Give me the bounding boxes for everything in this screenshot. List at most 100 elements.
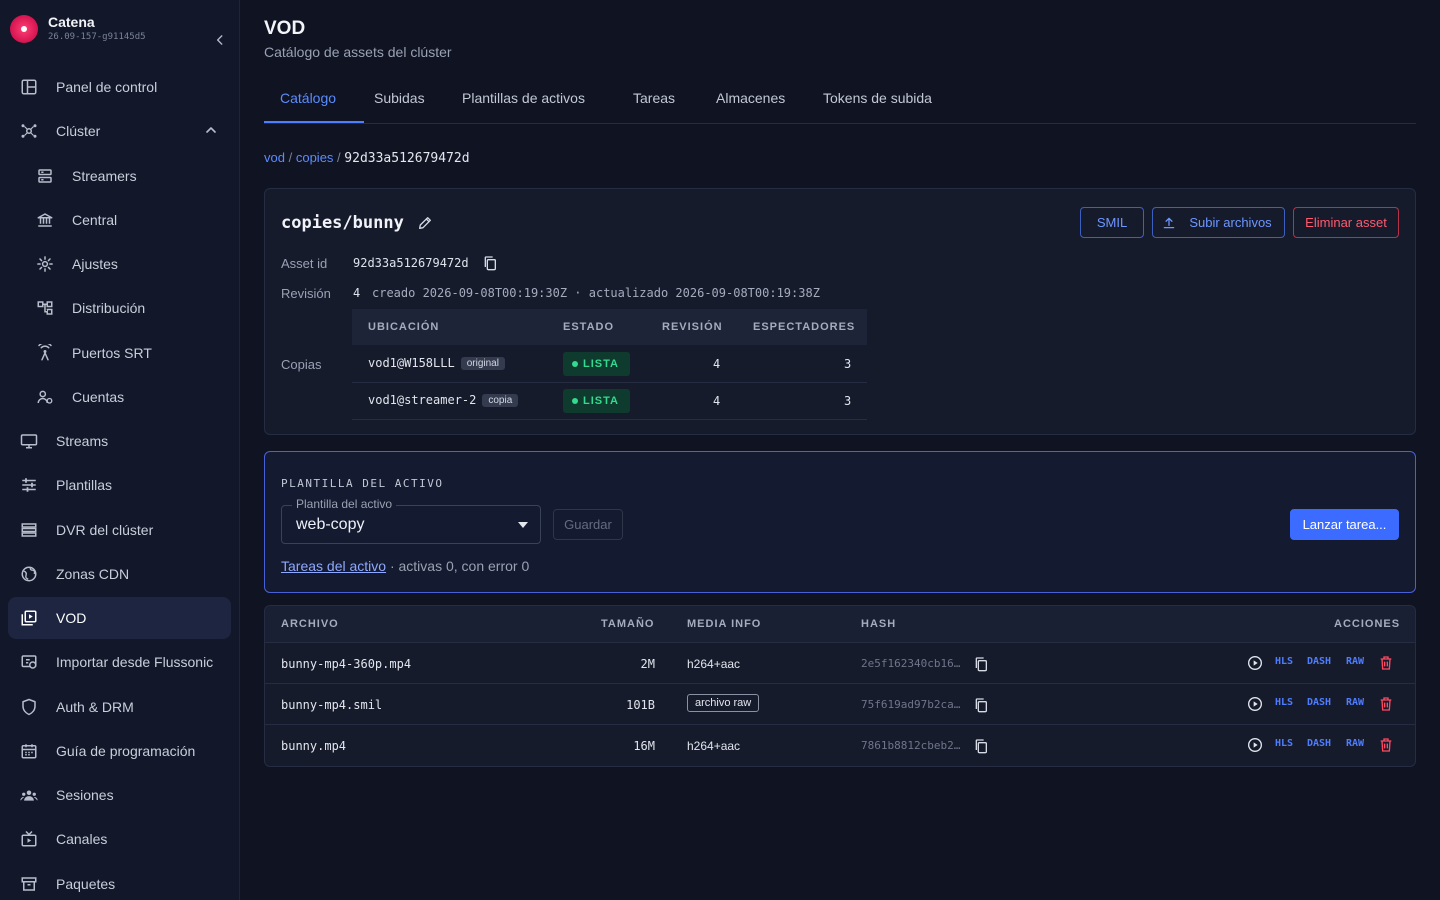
tab-catalogo[interactable]: Catálogo — [280, 90, 336, 106]
column-header: UBICACIÓN — [368, 321, 440, 333]
sidebar-item-label: VOD — [56, 610, 87, 626]
sidebar-item-vod[interactable]: VOD — [8, 597, 231, 639]
sidebar-item-guia-de-programacion[interactable]: Guía de programación — [8, 730, 231, 772]
brand-name: Catena — [48, 14, 95, 30]
tab-bar: Catálogo Subidas Plantillas de activos T… — [264, 76, 1416, 124]
collapse-sidebar-button[interactable] — [208, 28, 232, 52]
copy-icon[interactable] — [973, 737, 989, 755]
save-button[interactable]: Guardar — [553, 509, 623, 540]
column-header: ESPECTADORES — [753, 321, 856, 333]
cluster-icon — [20, 122, 38, 140]
template-section-title: PLANTILLA DEL ACTIVO — [281, 477, 444, 490]
file-name: bunny.mp4 — [281, 739, 347, 753]
bank-icon — [36, 211, 54, 229]
breadcrumb-separator: / — [288, 150, 293, 165]
sidebar-item-plantillas[interactable]: Plantillas — [8, 464, 231, 506]
copy-icon[interactable] — [973, 655, 989, 673]
globe-icon — [20, 565, 38, 583]
hls-link[interactable]: HLS — [1275, 697, 1293, 708]
raw-link[interactable]: RAW — [1346, 697, 1364, 708]
trash-icon[interactable] — [1378, 737, 1394, 753]
raw-file-badge: archivo raw — [687, 694, 760, 712]
copy-location: vod1@streamer-2 copia — [368, 393, 519, 407]
sidebar-item-auth-drm[interactable]: Auth & DRM — [8, 686, 231, 728]
sidebar-item-distribucion[interactable]: Distribución — [8, 287, 231, 329]
sidebar-item-label: Puertos SRT — [72, 345, 152, 361]
sidebar-item-streams[interactable]: Streams — [8, 420, 231, 462]
dash-link[interactable]: DASH — [1307, 656, 1331, 667]
sidebar-item-zonas-cdn[interactable]: Zonas CDN — [8, 553, 231, 595]
tab-tareas[interactable]: Tareas — [633, 90, 675, 106]
asset-id-value: 92d33a512679472d — [353, 256, 469, 270]
file-hash: 75f619ad97b2ca… — [861, 698, 961, 711]
raw-link[interactable]: RAW — [1346, 738, 1364, 749]
template-select[interactable]: Plantilla del activo web-copy — [281, 497, 541, 544]
sidebar-item-ajustes[interactable]: Ajustes — [8, 243, 231, 285]
hls-link[interactable]: HLS — [1275, 738, 1293, 749]
breadcrumb-vod[interactable]: vod — [264, 150, 285, 165]
raw-link[interactable]: RAW — [1346, 656, 1364, 667]
upload-files-button[interactable]: Subir archivos — [1152, 207, 1285, 238]
column-header: ESTADO — [563, 321, 615, 333]
sidebar-item-central[interactable]: Central — [8, 199, 231, 241]
breadcrumb-copies[interactable]: copies — [296, 150, 334, 165]
tasks-count-info: · activas 0, con error 0 — [386, 558, 530, 574]
pencil-icon[interactable] — [417, 215, 433, 231]
sidebar-item-canales[interactable]: Canales — [8, 818, 231, 860]
dash-link[interactable]: DASH — [1307, 697, 1331, 708]
sidebar-item-puertos-srt[interactable]: Puertos SRT — [8, 332, 231, 374]
dash-link[interactable]: DASH — [1307, 738, 1331, 749]
page-title: VOD — [264, 18, 306, 39]
sidebar-item-label: Ajustes — [72, 256, 118, 272]
tab-plantillas-de-activos[interactable]: Plantillas de activos — [462, 90, 585, 106]
trash-icon[interactable] — [1378, 696, 1394, 712]
tab-subidas[interactable]: Subidas — [374, 90, 425, 106]
template-tasks-summary: Tareas del activo · activas 0, con error… — [281, 558, 529, 574]
copy-viewers: 3 — [844, 394, 852, 408]
asset-template-card: PLANTILLA DEL ACTIVO Plantilla del activ… — [264, 451, 1416, 593]
chevron-left-icon — [216, 35, 223, 45]
play-icon[interactable] — [1247, 737, 1263, 753]
smil-button[interactable]: SMIL — [1080, 207, 1144, 238]
copies-label: Copias — [281, 357, 322, 372]
column-header: ARCHIVO — [281, 618, 339, 630]
breadcrumb-current: 92d33a512679472d — [344, 151, 470, 166]
copy-viewers: 3 — [844, 357, 852, 371]
tab-almacenes[interactable]: Almacenes — [716, 90, 785, 106]
asset-card: copies/bunny SMIL Subir archivos Elimina… — [264, 188, 1416, 435]
sidebar-item-dvr-del-cluster[interactable]: DVR del clúster — [8, 509, 231, 551]
sidebar-item-streamers[interactable]: Streamers — [8, 155, 231, 197]
copy-icon[interactable] — [482, 254, 498, 272]
sidebar-item-label: Importar desde Flussonic — [56, 654, 214, 670]
sidebar-item-label: Sesiones — [56, 787, 114, 803]
play-icon[interactable] — [1247, 696, 1263, 712]
hls-link[interactable]: HLS — [1275, 656, 1293, 667]
sidebar-item-sesiones[interactable]: Sesiones — [8, 774, 231, 816]
copies-table-header: UBICACIÓN ESTADO REVISIÓN ESPECTADORES — [352, 309, 867, 345]
play-icon[interactable] — [1247, 655, 1263, 671]
sidebar-item-importar-desde-flussonic[interactable]: Importar desde Flussonic — [8, 641, 231, 683]
sidebar-item-panel-de-control[interactable]: Panel de control — [8, 66, 231, 108]
sidebar-item-cuentas[interactable]: Cuentas — [8, 376, 231, 418]
delete-asset-button[interactable]: Eliminar asset — [1293, 207, 1399, 238]
sidebar-item-cluster[interactable]: Clúster — [8, 110, 231, 152]
table-row: bunny-mp4.smil 101B archivo raw 75f619ad… — [265, 684, 1415, 725]
active-tab-indicator — [264, 121, 364, 123]
sidebar-item-paquetes[interactable]: Paquetes — [8, 863, 231, 900]
sidebar-item-label: Distribución — [72, 300, 146, 316]
file-name: bunny-mp4-360p.mp4 — [281, 657, 412, 671]
column-header: MEDIA INFO — [687, 618, 762, 630]
brand-version: 26.09-157-g91145d5 — [48, 32, 146, 42]
tv-icon — [20, 830, 38, 848]
trash-icon[interactable] — [1378, 655, 1394, 671]
copy-icon[interactable] — [973, 696, 989, 714]
launch-task-button[interactable]: Lanzar tarea... — [1290, 509, 1399, 540]
breadcrumb: vod / copies / 92d33a512679472d — [264, 150, 470, 166]
file-hash: 2e5f162340cb16… — [861, 657, 961, 670]
sidebar-item-label: Paquetes — [56, 876, 116, 892]
asset-tasks-link[interactable]: Tareas del activo — [281, 558, 386, 574]
tab-tokens-de-subida[interactable]: Tokens de subida — [823, 90, 932, 106]
file-name: bunny-mp4.smil — [281, 698, 383, 712]
table-row: vod1@streamer-2 copia LISTA 4 3 — [352, 383, 867, 420]
catena-logo — [10, 15, 38, 43]
